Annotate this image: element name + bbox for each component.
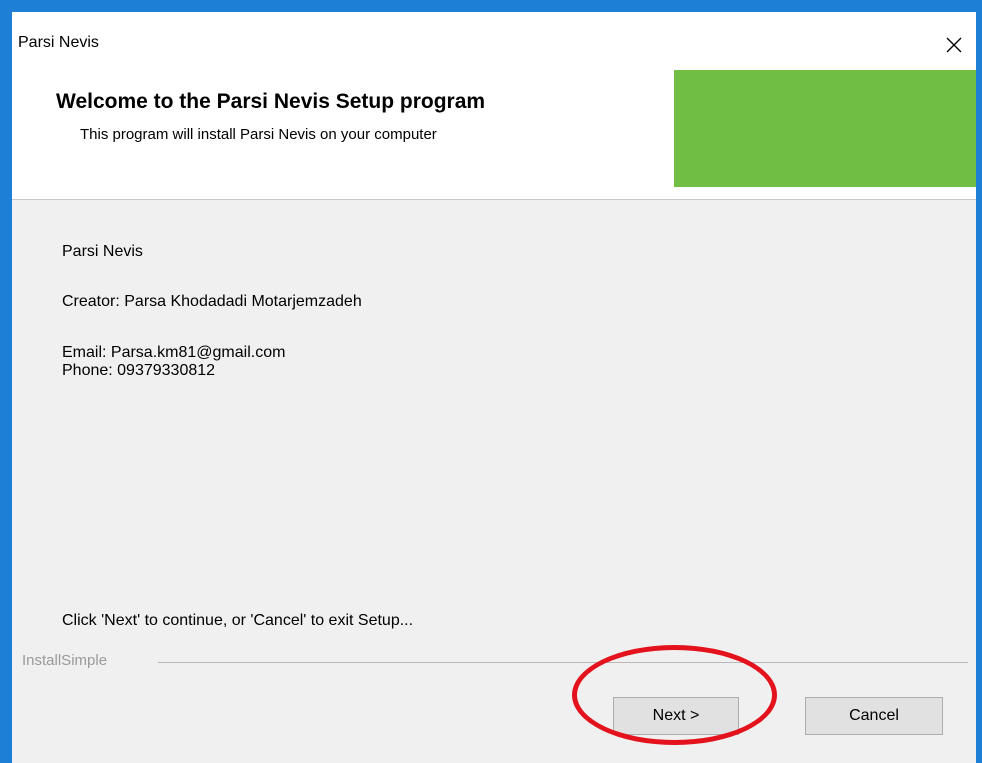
product-name-text: Parsi Nevis — [62, 243, 143, 260]
email-text: Email: Parsa.km81@gmail.com — [62, 344, 286, 361]
wizard-header: Welcome to the Parsi Nevis Setup program… — [12, 70, 976, 200]
next-button[interactable]: Next > — [613, 697, 739, 735]
footer-divider — [158, 662, 968, 663]
title-bar: Parsi Nevis — [12, 12, 976, 70]
desktop-background-right — [976, 0, 982, 763]
window-title: Parsi Nevis — [18, 34, 99, 51]
setup-window: Parsi Nevis Welcome to the Parsi Nevis S… — [12, 12, 976, 763]
desktop-background-top — [0, 0, 982, 12]
desktop-background-left — [0, 0, 12, 763]
phone-text: Phone: 09379330812 — [62, 362, 216, 379]
close-icon — [946, 37, 962, 53]
header-banner-image — [674, 70, 976, 187]
close-button[interactable] — [932, 26, 976, 64]
header-subtitle: This program will install Parsi Nevis on… — [80, 126, 437, 143]
header-title: Welcome to the Parsi Nevis Setup program — [56, 90, 486, 113]
installer-brand-label: InstallSimple — [22, 652, 116, 669]
creator-text: Creator: Parsa Khodadadi Motarjemzadeh — [62, 293, 362, 310]
cancel-button[interactable]: Cancel — [805, 697, 943, 735]
instruction-text: Click 'Next' to continue, or 'Cancel' to… — [62, 612, 414, 629]
